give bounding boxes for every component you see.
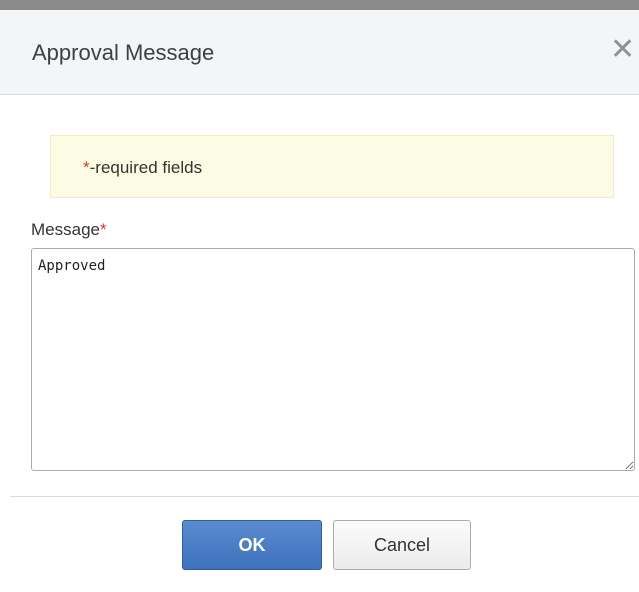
notice-text: *-required fields [83,158,202,178]
approval-dialog: Approval Message ✕ *-required fields Mes… [0,10,639,592]
message-required-marker: * [99,220,107,239]
message-label-text: Message [31,220,100,239]
footer-divider [10,496,639,497]
cancel-button[interactable]: Cancel [333,520,471,570]
ok-button[interactable]: OK [182,520,322,570]
required-fields-notice: *-required fields [50,135,614,198]
backdrop-strip [0,0,639,10]
required-asterisk: * [83,158,90,177]
message-label: Message* [31,220,107,240]
message-textarea[interactable]: Approved [31,248,635,471]
dialog-title: Approval Message [32,40,215,65]
close-icon[interactable]: ✕ [610,35,635,65]
notice-label: -required fields [89,158,203,177]
dialog-header: Approval Message ✕ [0,10,639,95]
